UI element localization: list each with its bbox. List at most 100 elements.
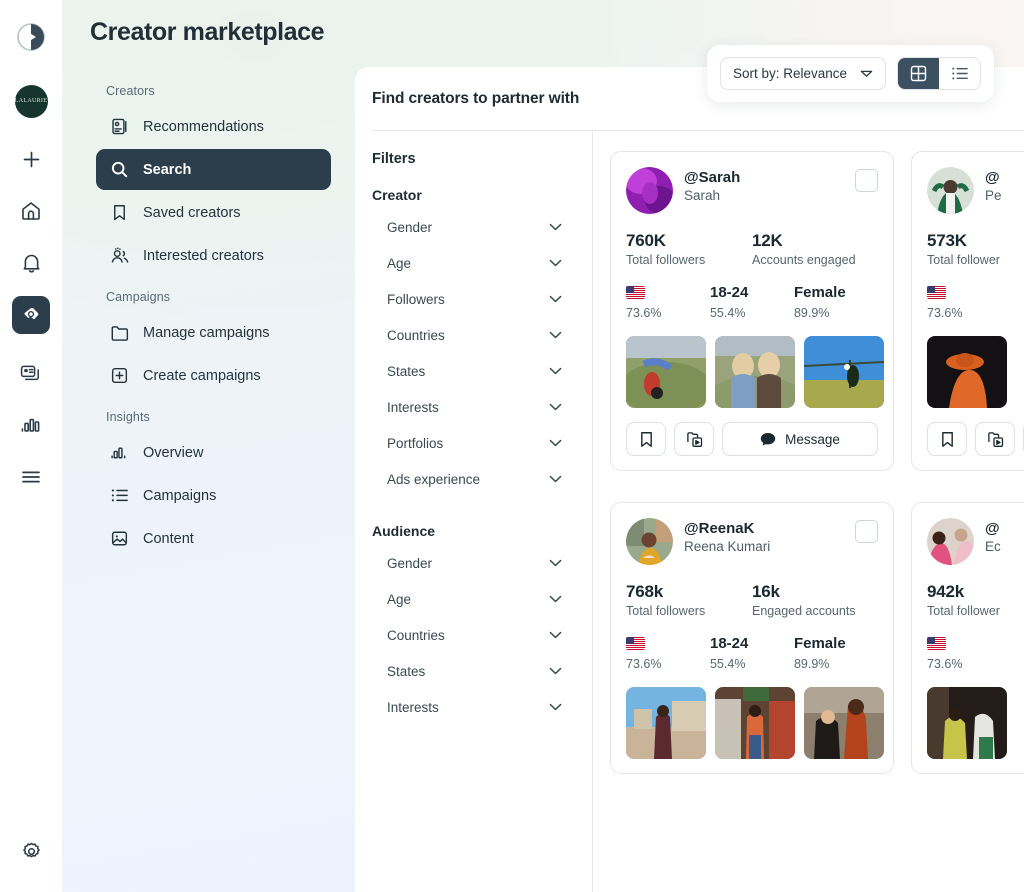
chevron-down-icon bbox=[549, 559, 562, 567]
sidebar-item-interested-creators[interactable]: Interested creators bbox=[96, 235, 331, 276]
stat-value: 16k bbox=[752, 582, 878, 602]
demo-top: Female bbox=[794, 282, 878, 302]
sidebar-item-manage-campaigns[interactable]: Manage campaigns bbox=[96, 312, 331, 353]
chat-bubble-icon bbox=[760, 432, 776, 447]
creator-handle: @Sarah bbox=[684, 169, 844, 186]
filter-creator-gender[interactable]: Gender bbox=[372, 209, 576, 245]
sidebar-item-search[interactable]: Search bbox=[96, 149, 331, 190]
analytics-icon[interactable] bbox=[12, 406, 50, 444]
avatar bbox=[626, 518, 673, 565]
filter-creator-followers[interactable]: Followers bbox=[372, 281, 576, 317]
creator-select-checkbox[interactable] bbox=[855, 169, 878, 192]
creator-card[interactable]: @ Ec 942k Total follower bbox=[911, 502, 1024, 774]
more-menu-icon[interactable] bbox=[12, 458, 50, 496]
save-creator-button[interactable] bbox=[927, 422, 967, 456]
sort-by-dropdown[interactable]: Sort by: Relevance bbox=[720, 57, 886, 90]
creator-thumbnails bbox=[626, 687, 878, 759]
add-to-collection-button[interactable] bbox=[975, 422, 1015, 456]
filter-creator-ads-experience[interactable]: Ads experience bbox=[372, 461, 576, 497]
demo-value: 73.6% bbox=[626, 306, 710, 320]
add-to-collection-button[interactable] bbox=[674, 422, 714, 456]
search-icon bbox=[109, 159, 130, 180]
sidebar-item-label: Create campaigns bbox=[143, 368, 261, 384]
sort-by-label: Sort by: Relevance bbox=[733, 66, 847, 81]
filter-audience-states[interactable]: States bbox=[372, 653, 576, 689]
brand-logo-icon[interactable] bbox=[12, 18, 50, 56]
chevron-down-icon bbox=[549, 403, 562, 411]
creator-card[interactable]: @ Pe 573K Total follower bbox=[911, 151, 1024, 471]
sidebar-item-label: Interested creators bbox=[143, 248, 264, 264]
filter-audience-countries[interactable]: Countries bbox=[372, 617, 576, 653]
sidebar-item-recommendations[interactable]: Recommendations bbox=[96, 106, 331, 147]
demo-country: 73.6% bbox=[626, 633, 710, 671]
demo-top: 18-24 bbox=[710, 282, 794, 302]
stat-total-followers: 573K Total follower bbox=[927, 231, 1024, 267]
folder-icon bbox=[109, 322, 130, 343]
filter-label: Ads experience bbox=[387, 472, 480, 487]
sidebar-section-insights: Insights Overview bbox=[62, 410, 355, 559]
creator-fullname: Ec bbox=[985, 539, 1024, 554]
sidebar-item-content[interactable]: Content bbox=[96, 518, 331, 559]
demo-top: Female bbox=[794, 633, 878, 653]
thumbnail[interactable] bbox=[804, 336, 884, 408]
list-view-icon[interactable] bbox=[939, 58, 980, 89]
message-button[interactable]: Message bbox=[722, 422, 878, 456]
sidebar-item-saved-creators[interactable]: Saved creators bbox=[96, 192, 331, 233]
creator-stats: 768k Total followers 16k Engaged account… bbox=[626, 582, 878, 618]
sidebar-section-label: Insights bbox=[62, 410, 355, 424]
chevron-down-icon bbox=[549, 295, 562, 303]
thumbnail[interactable] bbox=[626, 687, 706, 759]
bookmark-icon bbox=[109, 202, 130, 223]
thumbnail[interactable] bbox=[715, 687, 795, 759]
thumbnail[interactable] bbox=[626, 336, 706, 408]
stat-total-followers: 760K Total followers bbox=[626, 231, 752, 267]
message-label: Message bbox=[785, 432, 840, 447]
sidebar-section-label: Creators bbox=[62, 84, 355, 98]
thumbnail[interactable] bbox=[715, 336, 795, 408]
settings-icon[interactable] bbox=[12, 832, 50, 870]
filter-label: Countries bbox=[387, 628, 445, 643]
filter-creator-age[interactable]: Age bbox=[372, 245, 576, 281]
filter-audience-age[interactable]: Age bbox=[372, 581, 576, 617]
partnerships-icon[interactable] bbox=[12, 296, 50, 334]
creator-fullname: Sarah bbox=[684, 188, 844, 203]
view-mode-toggle bbox=[897, 57, 981, 90]
home-icon[interactable] bbox=[12, 192, 50, 230]
chevron-down-icon bbox=[549, 703, 562, 711]
stat-engaged-accounts: 16k Engaged accounts bbox=[752, 582, 878, 618]
account-avatar[interactable]: LALAURIE bbox=[12, 82, 50, 120]
create-icon[interactable] bbox=[12, 140, 50, 178]
bar-chart-icon bbox=[109, 442, 130, 463]
grid-view-icon[interactable] bbox=[898, 58, 939, 89]
plus-square-icon bbox=[109, 365, 130, 386]
stat-total-followers: 942k Total follower bbox=[927, 582, 1024, 618]
billing-icon[interactable] bbox=[12, 354, 50, 392]
avatar bbox=[927, 518, 974, 565]
chevron-down-icon bbox=[549, 331, 562, 339]
filter-creator-countries[interactable]: Countries bbox=[372, 317, 576, 353]
thumbnail[interactable] bbox=[927, 687, 1007, 759]
filter-audience-interests[interactable]: Interests bbox=[372, 689, 576, 725]
creator-card[interactable]: @ReenaK Reena Kumari 768k Total follower… bbox=[610, 502, 894, 774]
filter-creator-interests[interactable]: Interests bbox=[372, 389, 576, 425]
creator-demographics: 73.6% 18-24 55.4% Female 89.9% bbox=[626, 282, 878, 320]
image-icon bbox=[109, 528, 130, 549]
global-icon-rail: LALAURIE bbox=[0, 0, 62, 892]
filter-creator-portfolios[interactable]: Portfolios bbox=[372, 425, 576, 461]
sidebar-section-campaigns: Campaigns Manage campaigns Create campai… bbox=[62, 290, 355, 396]
creator-select-checkbox[interactable] bbox=[855, 520, 878, 543]
sidebar-item-overview[interactable]: Overview bbox=[96, 432, 331, 473]
thumbnail[interactable] bbox=[804, 687, 884, 759]
creator-card[interactable]: @Sarah Sarah 760K Total followers bbox=[610, 151, 894, 471]
us-flag-icon bbox=[927, 637, 946, 650]
filter-creator-states[interactable]: States bbox=[372, 353, 576, 389]
stat-value: 573K bbox=[927, 231, 1024, 251]
notifications-icon[interactable] bbox=[12, 244, 50, 282]
sidebar-item-create-campaigns[interactable]: Create campaigns bbox=[96, 355, 331, 396]
sidebar-item-campaigns-insights[interactable]: Campaigns bbox=[96, 475, 331, 516]
filter-audience-gender[interactable]: Gender bbox=[372, 545, 576, 581]
demo-country: 73.6% bbox=[626, 282, 710, 320]
thumbnail[interactable] bbox=[927, 336, 1007, 408]
save-creator-button[interactable] bbox=[626, 422, 666, 456]
filter-group-title: Creator bbox=[372, 187, 576, 203]
